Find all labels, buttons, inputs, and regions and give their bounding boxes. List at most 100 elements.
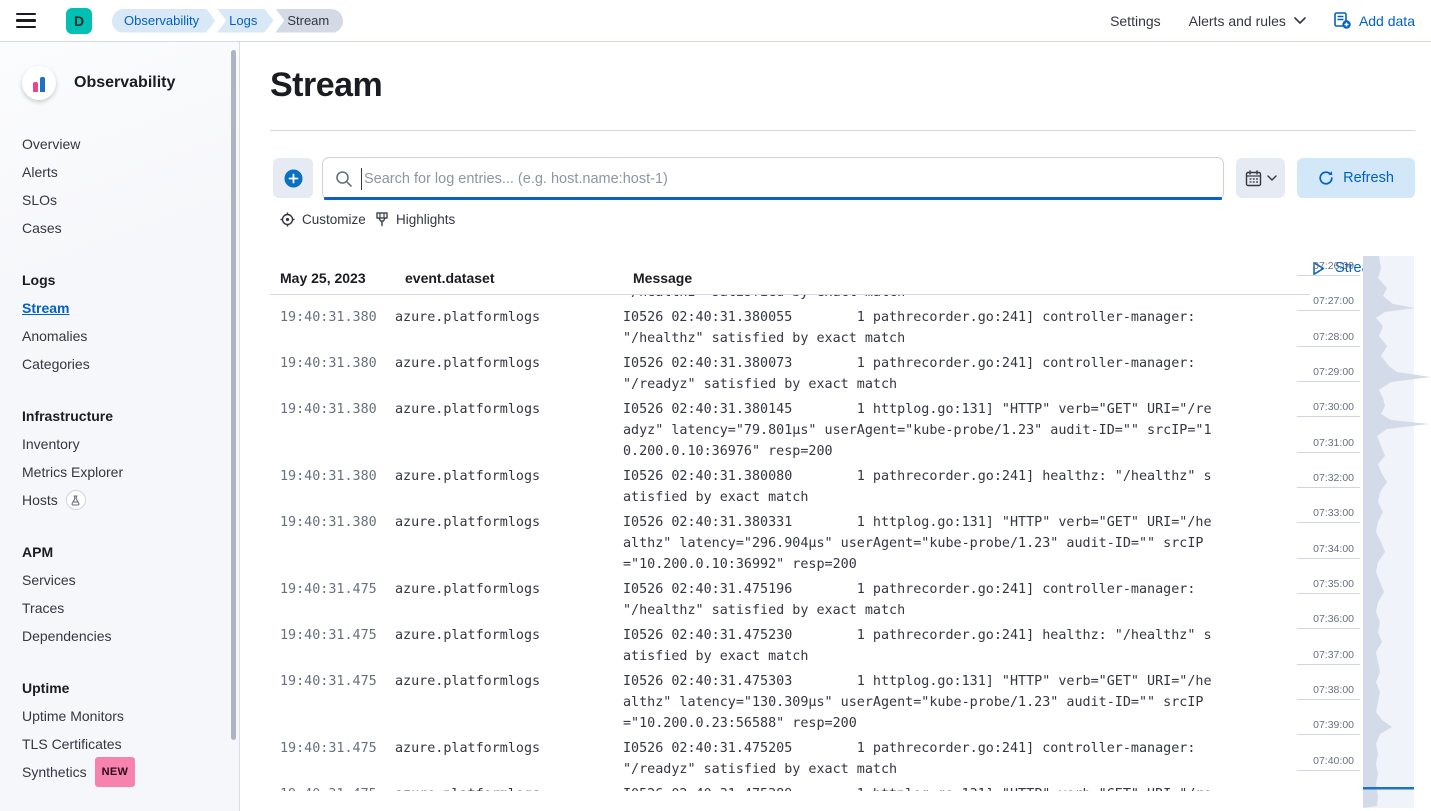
sidebar-item-slos[interactable]: SLOs bbox=[22, 186, 239, 214]
log-cell-message: I0526 02:40:31.475230 1 pathrecorder.go:… bbox=[623, 625, 1215, 667]
sidebar-item-anomalies[interactable]: Anomalies bbox=[22, 322, 239, 350]
observability-icon bbox=[22, 66, 56, 100]
chevron-down-icon bbox=[1267, 175, 1277, 182]
timeline-tick-line bbox=[1297, 416, 1360, 417]
sidebar-item-inventory[interactable]: Inventory bbox=[22, 430, 239, 458]
sidebar-scrollbar[interactable] bbox=[231, 50, 236, 740]
refresh-icon bbox=[1318, 170, 1334, 186]
log-row[interactable]: 19:40:31.475azure.platformlogsI0526 02:4… bbox=[270, 738, 1310, 780]
timeline-tick-line bbox=[1297, 275, 1360, 276]
sidebar-item-uptime-monitors[interactable]: Uptime Monitors bbox=[22, 702, 239, 730]
highlighter-icon bbox=[375, 212, 389, 227]
sidebar-item-alerts[interactable]: Alerts bbox=[22, 158, 239, 186]
sidebar-item-tls-certificates[interactable]: TLS Certificates bbox=[22, 730, 239, 758]
breadcrumb-observability[interactable]: Observability bbox=[112, 9, 215, 33]
sidebar-item-overview[interactable]: Overview bbox=[22, 130, 239, 158]
log-row-partial-top[interactable]: "/healthz" satisfied by exact match bbox=[270, 295, 1310, 303]
timeline-tick-line bbox=[1297, 664, 1360, 665]
timeline-tick: 07:38:00 bbox=[1297, 684, 1360, 700]
page-title: Stream bbox=[270, 66, 382, 105]
sidebar-section-heading: Uptime bbox=[22, 674, 239, 702]
sidebar-item-metrics-explorer[interactable]: Metrics Explorer bbox=[22, 458, 239, 486]
sidebar-section-logs: LogsStreamAnomaliesCategories bbox=[22, 266, 239, 378]
chevron-down-icon bbox=[1294, 17, 1306, 25]
log-cell-dataset: azure.platformlogs bbox=[395, 353, 623, 395]
sidebar-item-categories[interactable]: Categories bbox=[22, 350, 239, 378]
sidebar-item-label: Cases bbox=[22, 214, 62, 242]
timeline-tick: 07:36:00 bbox=[1297, 613, 1360, 629]
log-row[interactable]: 19:40:31.475azure.platformlogsI0526 02:4… bbox=[270, 671, 1310, 734]
sidebar-item-cases[interactable]: Cases bbox=[22, 214, 239, 242]
log-cell-dataset: azure.platformlogs bbox=[395, 579, 623, 621]
timeline-tick-label: 07:32:00 bbox=[1297, 472, 1360, 484]
log-row[interactable]: 19:40:31.475azure.platformlogsI0526 02:4… bbox=[270, 625, 1310, 667]
timeline-tick: 07:34:00 bbox=[1297, 543, 1360, 559]
sidebar-item-synthetics[interactable]: SyntheticsNEW bbox=[22, 758, 239, 786]
timeline-tick: 07:39:00 bbox=[1297, 719, 1360, 735]
refresh-button[interactable]: Refresh bbox=[1297, 158, 1415, 198]
sidebar-section-apm: APMServicesTracesDependencies bbox=[22, 538, 239, 650]
log-row[interactable]: 19:40:31.475azure.platformlogsI0526 02:4… bbox=[270, 784, 1310, 791]
timeline-tick-line bbox=[1297, 770, 1360, 771]
add-data-button[interactable]: Add data bbox=[1334, 12, 1415, 29]
timeline-tick-label: 07:40:00 bbox=[1297, 755, 1360, 767]
sidebar: Observability OverviewAlertsSLOsCasesLog… bbox=[0, 42, 240, 811]
log-cell-time: 19:40:31.380 bbox=[280, 307, 395, 349]
log-cell-dataset: azure.platformlogs bbox=[395, 671, 623, 734]
beaker-icon bbox=[66, 490, 86, 510]
sidebar-item-label: Traces bbox=[22, 594, 64, 622]
sidebar-item-hosts[interactable]: Hosts bbox=[22, 486, 239, 514]
breadcrumbs: ObservabilityLogsStream bbox=[112, 9, 343, 33]
log-cell-message: I0526 02:40:31.380073 1 pathrecorder.go:… bbox=[623, 353, 1215, 395]
log-cell-time: 19:40:31.380 bbox=[280, 353, 395, 395]
timeline-tick-label: 07:30:00 bbox=[1297, 401, 1360, 413]
alerts-and-rules-dropdown[interactable]: Alerts and rules bbox=[1189, 13, 1306, 29]
sidebar-item-stream[interactable]: Stream bbox=[22, 294, 239, 322]
sidebar-section-main: OverviewAlertsSLOsCases bbox=[22, 130, 239, 242]
log-cell-dataset: azure.platformlogs bbox=[395, 466, 623, 508]
space-logo[interactable]: D bbox=[66, 8, 92, 34]
log-row[interactable]: 19:40:31.380azure.platformlogsI0526 02:4… bbox=[270, 512, 1310, 575]
timeline-tick-label: 07:34:00 bbox=[1297, 543, 1360, 555]
log-row[interactable]: 19:40:31.380azure.platformlogsI0526 02:4… bbox=[270, 307, 1310, 349]
timeline-tick-line bbox=[1297, 452, 1360, 453]
timeline-tick: 07:30:00 bbox=[1297, 401, 1360, 417]
sidebar-item-label: Stream bbox=[22, 294, 69, 322]
log-cell-time: 19:40:31.475 bbox=[280, 625, 395, 667]
sidebar-item-label: Uptime Monitors bbox=[22, 702, 124, 730]
timeline-tick-line bbox=[1297, 522, 1360, 523]
sidebar-section-heading: Logs bbox=[22, 266, 239, 294]
log-list: "/healthz" satisfied by exact match 19:40… bbox=[270, 295, 1310, 791]
timeline-tick: 07:37:00 bbox=[1297, 649, 1360, 665]
log-row[interactable]: 19:40:31.380azure.platformlogsI0526 02:4… bbox=[270, 399, 1310, 462]
sidebar-item-services[interactable]: Services bbox=[22, 566, 239, 594]
timeline-tick-label: 07:27:00 bbox=[1297, 295, 1360, 307]
add-filter-button[interactable] bbox=[273, 158, 313, 198]
timeline-tick-label: 07:26:00 bbox=[1297, 260, 1360, 272]
log-row[interactable]: 19:40:31.475azure.platformlogsI0526 02:4… bbox=[270, 579, 1310, 621]
gear-icon bbox=[280, 212, 295, 227]
sidebar-item-label: Categories bbox=[22, 350, 90, 378]
sidebar-section-heading: Infrastructure bbox=[22, 402, 239, 430]
log-row[interactable]: 19:40:31.380azure.platformlogsI0526 02:4… bbox=[270, 466, 1310, 508]
log-minimap[interactable] bbox=[1363, 256, 1431, 808]
timeline-tick-line bbox=[1297, 346, 1360, 347]
menu-icon[interactable] bbox=[16, 9, 40, 33]
sidebar-section-infrastructure: InfrastructureInventoryMetrics ExplorerH… bbox=[22, 402, 239, 514]
log-cell-time: 19:40:31.475 bbox=[280, 738, 395, 780]
sidebar-item-label: Metrics Explorer bbox=[22, 458, 123, 486]
column-header-dataset: event.dataset bbox=[405, 270, 494, 286]
sidebar-item-dependencies[interactable]: Dependencies bbox=[22, 622, 239, 650]
date-picker-button[interactable] bbox=[1236, 158, 1285, 198]
sidebar-item-label: TLS Certificates bbox=[22, 730, 122, 758]
breadcrumb-logs[interactable]: Logs bbox=[217, 9, 273, 33]
settings-button[interactable]: Settings bbox=[1110, 13, 1161, 29]
highlights-button[interactable]: Highlights bbox=[375, 212, 455, 227]
timeline-tick-label: 07:35:00 bbox=[1297, 578, 1360, 590]
timeline-tick-line bbox=[1297, 699, 1360, 700]
sidebar-item-traces[interactable]: Traces bbox=[22, 594, 239, 622]
timeline-tick: 07:31:00 bbox=[1297, 437, 1360, 453]
log-row[interactable]: 19:40:31.380azure.platformlogsI0526 02:4… bbox=[270, 353, 1310, 395]
search-input[interactable] bbox=[364, 171, 1211, 187]
customize-button[interactable]: Customize bbox=[280, 212, 366, 227]
